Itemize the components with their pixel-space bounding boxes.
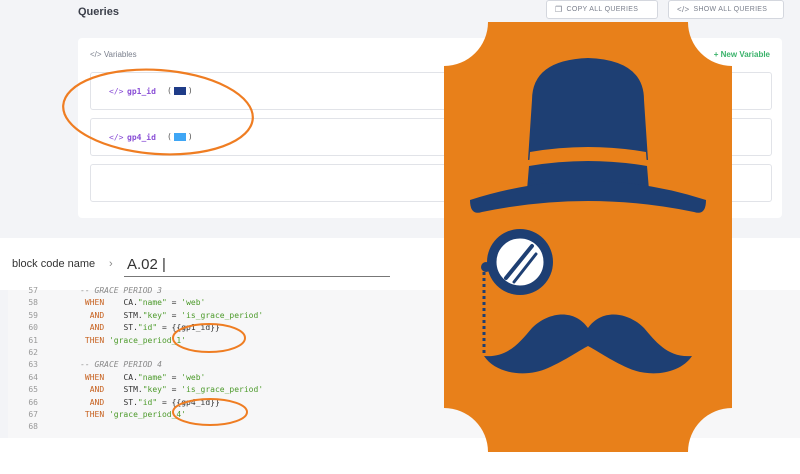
code-line: 60 AND ST."id" = {{gp1_id}} [8, 323, 220, 335]
code-line: 66 AND ST."id" = {{gp4_id}} [8, 397, 220, 410]
block-code-name-input[interactable]: A.02 | [127, 256, 166, 273]
color-swatch [173, 132, 186, 141]
code-line: 62 [8, 348, 56, 360]
code-line: 67 THEN 'grace_period_4' [8, 410, 186, 422]
block-code-name-label: block code name [12, 258, 96, 270]
line-number: 64 [28, 372, 38, 382]
code-line: 64 WHEN CA."name" = 'web' [8, 373, 205, 385]
code-text: WHEN CA."name" = 'web' [56, 372, 206, 382]
code-tag-icon: </> [109, 87, 124, 96]
variable-name: gp4_id [127, 133, 156, 142]
code-text: THEN 'grace_period_4' [56, 410, 187, 419]
copy-all-queries-label: COPY ALL QUERIES [566, 6, 639, 13]
code-text: -- GRACE PERIOD 4 [56, 360, 162, 370]
line-number: 60 [28, 323, 38, 333]
input-underline [124, 276, 390, 277]
code-line: 58 WHEN CA."name" = 'web' [8, 298, 205, 310]
chevron-right-icon: › [109, 258, 113, 270]
code-line: 63 -- GRACE PERIOD 4 [8, 360, 162, 372]
monocle-mustache-logo [444, 22, 732, 452]
variable-name: gp1_id [127, 87, 156, 96]
copy-all-queries-button[interactable]: ❐ COPY ALL QUERIES [546, 0, 658, 19]
line-number: 62 [28, 348, 38, 357]
code-icon: </> [677, 5, 690, 14]
code-text: WHEN CA."name" = 'web' [56, 298, 206, 308]
code-text: AND STM."key" = 'is_grace_period' [56, 385, 264, 395]
line-number: 57 [28, 286, 38, 295]
copy-icon: ❐ [555, 5, 563, 14]
code-line: 61 THEN 'grace_period_1' [8, 336, 186, 348]
line-number: 61 [28, 335, 38, 345]
code-tag-icon: </> [109, 133, 124, 142]
code-icon: </> [90, 50, 102, 59]
variables-title: Variables [103, 50, 137, 59]
line-number: 59 [28, 310, 38, 320]
queries-title: Queries [78, 6, 119, 18]
variable-value: () [167, 132, 193, 141]
code-text: AND ST."id" = {{gp4_id}} [56, 397, 220, 407]
variables-header: </> Variables [90, 50, 137, 59]
line-number: 58 [28, 298, 38, 308]
monocle-clip [481, 262, 491, 272]
show-all-queries-label: SHOW ALL QUERIES [693, 6, 768, 13]
line-number: 65 [28, 385, 38, 395]
line-number: 66 [28, 397, 38, 407]
code-text: AND ST."id" = {{gp1_id}} [56, 323, 220, 333]
code-line: 57 -- GRACE PERIOD 3 [8, 286, 162, 298]
line-number: 68 [28, 422, 38, 432]
hat-crown [528, 58, 648, 160]
variable-value: () [167, 86, 193, 95]
line-number: 63 [28, 360, 38, 370]
line-number: 67 [28, 410, 38, 419]
code-text: -- GRACE PERIOD 3 [56, 286, 162, 295]
code-line: 65 AND STM."key" = 'is_grace_period' [8, 385, 263, 397]
show-all-queries-button[interactable]: </> SHOW ALL QUERIES [668, 0, 784, 19]
code-text: AND STM."key" = 'is_grace_period' [56, 310, 264, 320]
code-text: THEN 'grace_period_1' [56, 335, 187, 345]
color-swatch [173, 86, 186, 95]
code-line: 59 AND STM."key" = 'is_grace_period' [8, 311, 263, 323]
code-line: 68 [8, 422, 56, 434]
